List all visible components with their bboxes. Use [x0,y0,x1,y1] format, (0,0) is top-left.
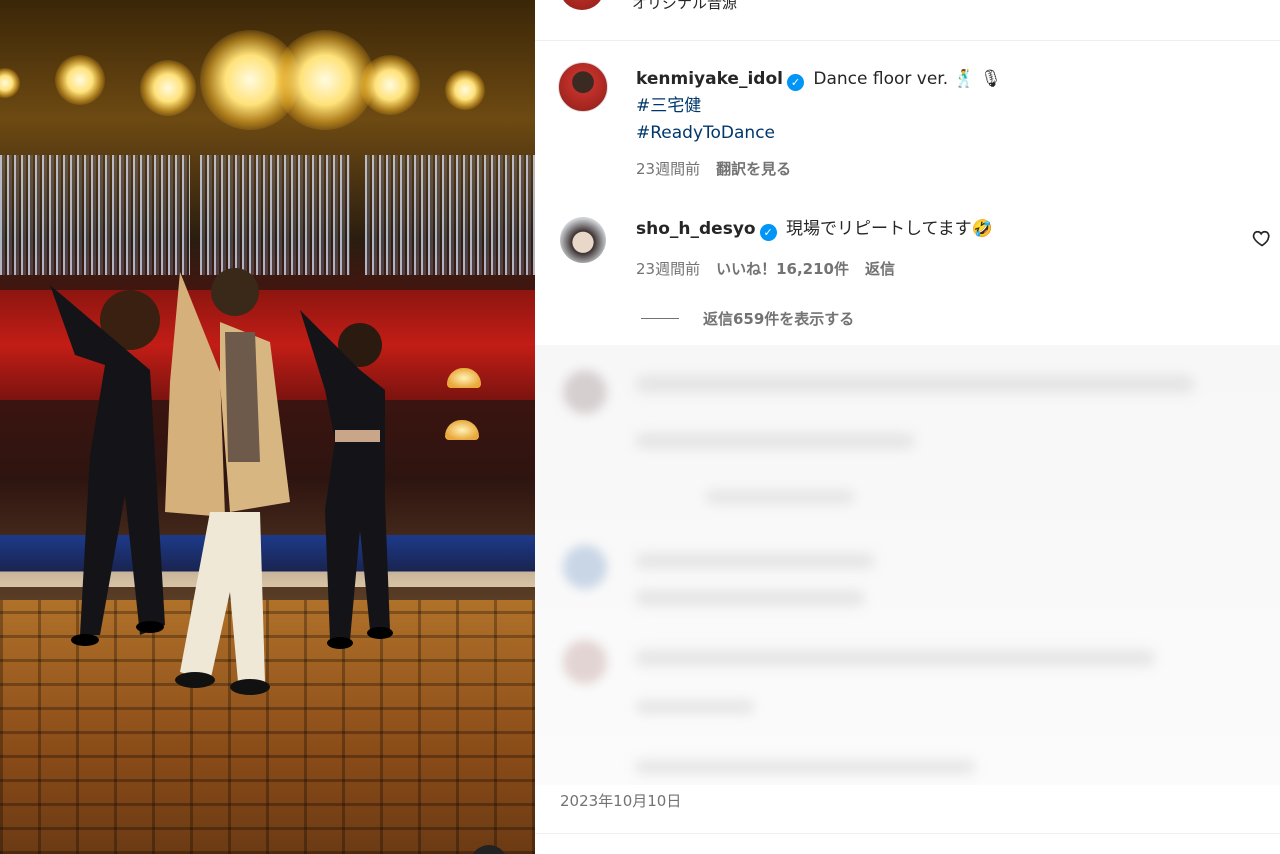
caption-meta: 23週間前 翻訳を見る [636,158,791,179]
dancer-left [50,285,165,646]
blurred-text [705,490,855,504]
post-header: オリジナル音源 [535,0,1280,41]
blurred-text [635,590,865,606]
author-avatar[interactable] [560,0,604,10]
verified-badge-icon: ✓ [759,224,777,241]
stage-light [0,68,20,98]
blurred-avatar [563,545,607,589]
caption-timestamp[interactable]: 23週間前 [636,160,700,178]
caption-text: Dance floor ver. 🕺 🎙 [813,69,1002,89]
post-detail-panel: オリジナル音源 kenmiyake_idol ✓ Dance floor ver.… [535,0,1280,854]
blurred-text [635,375,1195,393]
view-replies-button[interactable]: 返信659件を表示する [641,308,854,329]
comment-likes[interactable]: いいね！16,210件 [716,260,849,278]
blurred-text [635,700,755,714]
blurred-text [635,433,915,449]
reply-button[interactable]: 返信 [865,260,895,278]
post-date[interactable]: 2023年10月10日 [560,790,681,811]
blurred-comments [535,345,1280,785]
stage-light [360,55,420,115]
post-media-video[interactable] [0,0,535,854]
caption-username[interactable]: kenmiyake_idol [636,69,783,89]
commenter-avatar[interactable] [560,217,606,263]
caption-author-avatar[interactable] [558,62,608,112]
stage-light [140,60,196,116]
translate-button[interactable]: 翻訳を見る [716,160,791,178]
hashtag-link[interactable]: #ReadyToDance [636,120,1002,147]
dancer-right [300,310,393,649]
blurred-text [635,760,975,774]
comment-username[interactable]: sho_h_desyo [636,219,756,239]
hashtag-link[interactable]: #三宅健 [636,93,1002,120]
stage-light [55,55,105,105]
table-lamp [445,420,479,440]
comment-item: sho_h_desyo ✓ 現場でリピートしてます🤣 [636,216,993,243]
divider [535,833,1280,834]
blurred-text [635,553,875,569]
blurred-text [635,650,1155,666]
comment-text: 現場でリピートしてます🤣 [786,219,993,239]
comment-meta: 23週間前 いいね！16,210件 返信 [636,258,895,279]
view-replies-label: 返信659件を表示する [703,310,855,328]
replies-divider [641,318,679,319]
dancer-center [165,268,290,695]
blurred-avatar [563,370,607,414]
stage-light [445,70,485,110]
tinsel-fringe [0,155,190,275]
verified-badge-icon: ✓ [786,74,804,91]
post-caption: kenmiyake_idol ✓ Dance floor ver. 🕺 🎙 #三宅… [636,66,1002,147]
comment-timestamp[interactable]: 23週間前 [636,260,700,278]
tinsel-fringe [200,155,350,275]
heart-icon[interactable] [1252,228,1272,248]
audio-label[interactable]: オリジナル音源 [632,0,737,13]
tinsel-fringe [365,155,535,275]
blurred-avatar [563,640,607,684]
